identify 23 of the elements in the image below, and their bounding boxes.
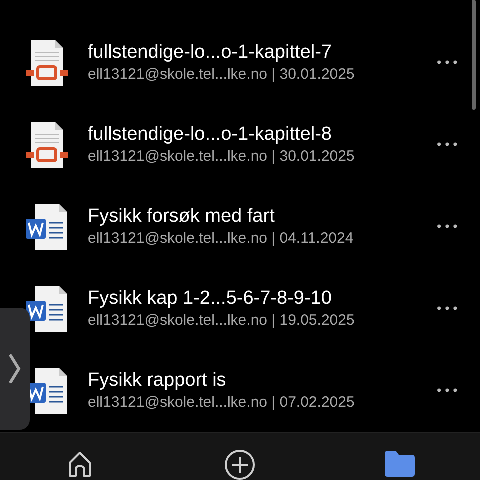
more-button[interactable]: ••• — [434, 300, 462, 318]
file-name[interactable]: fullstendige-lo...o-1-kapittel-8 — [88, 123, 434, 147]
document-icon — [25, 121, 69, 169]
side-panel-tab[interactable] — [0, 308, 30, 430]
word-document-icon — [25, 285, 69, 333]
more-button[interactable]: ••• — [434, 218, 462, 236]
file-details: ell13121@skole.tel...lke.no | 30.01.2025 — [88, 147, 356, 167]
document-icon — [25, 39, 69, 87]
file-name[interactable]: fullstendige-lo...o-1-kapittel-7 — [88, 41, 434, 65]
folder-icon[interactable] — [383, 449, 417, 479]
more-button[interactable]: ••• — [434, 54, 462, 72]
file-details: ell13121@skole.tel...lke.no | 19.05.2025 — [88, 311, 356, 331]
file-name[interactable]: Fysikk rapport is — [88, 369, 434, 393]
chevron-icon — [9, 354, 21, 384]
file-name[interactable]: Fysikk forsøk med fart — [88, 205, 434, 229]
file-details: ell13121@skole.tel...lke.no | 04.11.2024 — [88, 229, 355, 249]
file-name[interactable]: Fysikk kap 1-2...5-6-7-8-9-10 — [88, 287, 434, 311]
file-details: ell13121@skole.tel...lke.no | 07.02.2025 — [88, 393, 356, 413]
file-details: ell13121@skole.tel...lke.no | 30.01.2025 — [88, 65, 356, 85]
word-document-icon — [25, 203, 69, 251]
add-icon[interactable] — [224, 449, 256, 480]
more-button[interactable]: ••• — [434, 382, 462, 400]
more-button[interactable]: ••• — [434, 136, 462, 154]
